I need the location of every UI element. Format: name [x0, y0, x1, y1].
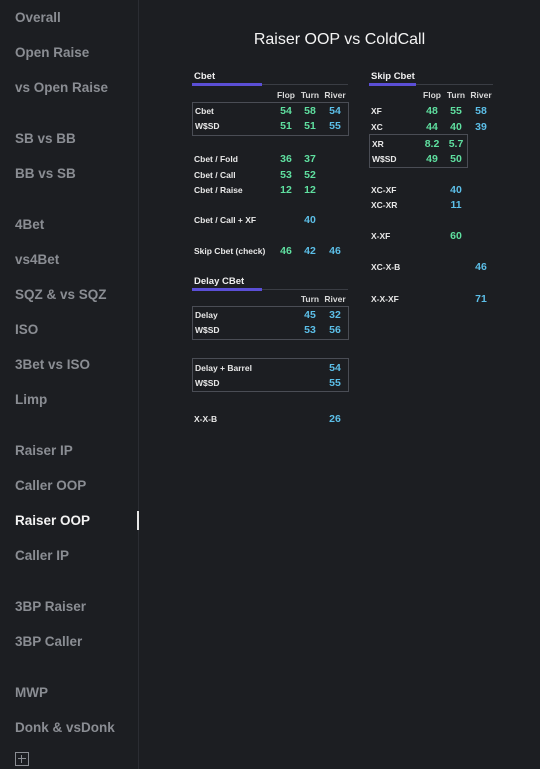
nav-item-3bp-caller[interactable]: 3BP Caller [15, 634, 82, 649]
stat-value[interactable]: 48 [420, 105, 444, 117]
section-title-delay-cbet: Delay CBet [194, 276, 245, 287]
row-label: XC-XR [371, 200, 398, 210]
stat-value[interactable]: 54 [274, 105, 298, 117]
sidebar-nav: Overall Open Raise vs Open Raise SB vs B… [0, 0, 139, 769]
row-label: W$SD [195, 378, 220, 388]
stat-value[interactable]: 52 [298, 169, 322, 181]
expand-icon[interactable] [15, 752, 29, 766]
nav-item-overall[interactable]: Overall [15, 10, 61, 25]
stat-value[interactable]: 42 [298, 245, 322, 257]
stat-value[interactable]: 54 [323, 105, 347, 117]
stat-value[interactable]: 5.7 [444, 138, 468, 150]
stat-value[interactable]: 36 [274, 153, 298, 165]
stat-value[interactable]: 54 [323, 362, 347, 374]
col-header-turn: Turn [300, 294, 320, 304]
nav-item-sqz[interactable]: SQZ & vs SQZ [15, 287, 107, 302]
stat-value[interactable]: 26 [323, 413, 347, 425]
row-label: X-XF [371, 231, 391, 241]
stat-value[interactable]: 71 [469, 293, 493, 305]
stat-value[interactable]: 11 [444, 199, 468, 211]
row-label: XR [372, 139, 384, 149]
row-label: W$SD [195, 121, 220, 131]
row-label: Skip Cbet (check) [194, 246, 266, 256]
row-label: Cbet / Fold [194, 154, 238, 164]
stat-value[interactable]: 8.2 [420, 138, 444, 150]
stat-value[interactable]: 53 [298, 324, 322, 336]
stat-value[interactable]: 60 [444, 230, 468, 242]
stat-value[interactable]: 46 [469, 261, 493, 273]
stat-value[interactable]: 46 [323, 245, 347, 257]
nav-item-3bet-vs-iso[interactable]: 3Bet vs ISO [15, 357, 90, 372]
nav-item-open-raise[interactable]: Open Raise [15, 45, 89, 60]
row-label: W$SD [372, 154, 397, 164]
stat-value[interactable]: 53 [274, 169, 298, 181]
row-label: XC-X-B [371, 262, 401, 272]
section-underline-cbet [192, 83, 262, 86]
col-header-turn: Turn [446, 90, 466, 100]
stat-value[interactable]: 40 [444, 184, 468, 196]
row-label: Delay + Barrel [195, 363, 252, 373]
nav-item-raiser-ip[interactable]: Raiser IP [15, 443, 73, 458]
col-header-flop: Flop [423, 90, 441, 100]
stat-value[interactable]: 55 [323, 377, 347, 389]
nav-item-raiser-oop[interactable]: Raiser OOP [15, 513, 90, 528]
row-label: X-X-B [194, 414, 218, 424]
row-label: Cbet / Call + XF [194, 215, 257, 225]
nav-item-3bp-raiser[interactable]: 3BP Raiser [15, 599, 86, 614]
nav-item-donk[interactable]: Donk & vsDonk [15, 720, 115, 735]
nav-item-4bet[interactable]: 4Bet [15, 217, 44, 232]
stat-value[interactable]: 56 [323, 324, 347, 336]
nav-item-caller-oop[interactable]: Caller OOP [15, 478, 86, 493]
nav-item-bb-vs-sb[interactable]: BB vs SB [15, 166, 76, 181]
section-title-skip-cbet: Skip Cbet [371, 71, 415, 82]
stat-value[interactable]: 58 [298, 105, 322, 117]
stat-value[interactable]: 12 [274, 184, 298, 196]
row-label: XC-XF [371, 185, 397, 195]
nav-item-caller-ip[interactable]: Caller IP [15, 548, 69, 563]
row-label: Cbet / Raise [194, 185, 243, 195]
stat-value[interactable]: 55 [444, 105, 468, 117]
stat-value[interactable]: 49 [420, 153, 444, 165]
row-label: Delay [195, 310, 218, 320]
nav-item-vs4bet[interactable]: vs4Bet [15, 252, 59, 267]
stat-value[interactable]: 51 [298, 120, 322, 132]
stat-value[interactable]: 40 [298, 214, 322, 226]
col-header-river: River [324, 294, 346, 304]
stat-value[interactable]: 58 [469, 105, 493, 117]
row-label: X-X-XF [371, 294, 399, 304]
active-indicator [137, 511, 139, 530]
row-label: W$SD [195, 325, 220, 335]
stat-value[interactable]: 37 [298, 153, 322, 165]
stat-value[interactable]: 12 [298, 184, 322, 196]
page-title: Raiser OOP vs ColdCall [253, 31, 426, 48]
stat-value[interactable]: 55 [323, 120, 347, 132]
stat-value[interactable]: 44 [420, 121, 444, 133]
nav-item-sb-vs-bb[interactable]: SB vs BB [15, 131, 76, 146]
col-header-turn: Turn [300, 90, 320, 100]
stat-value[interactable]: 40 [444, 121, 468, 133]
col-header-river: River [470, 90, 492, 100]
stat-value[interactable]: 45 [298, 309, 322, 321]
row-label: Cbet [195, 106, 214, 116]
section-title-cbet: Cbet [194, 71, 216, 82]
nav-item-mwp[interactable]: MWP [15, 685, 48, 700]
stat-value[interactable]: 32 [323, 309, 347, 321]
row-label: XC [371, 122, 383, 132]
nav-item-limp[interactable]: Limp [15, 392, 47, 407]
stat-value[interactable]: 50 [444, 153, 468, 165]
section-underline-delay [192, 288, 262, 291]
col-header-river: River [324, 90, 346, 100]
stat-value[interactable]: 39 [469, 121, 493, 133]
stat-value[interactable]: 51 [274, 120, 298, 132]
nav-item-iso[interactable]: ISO [15, 322, 38, 337]
row-label: XF [371, 106, 382, 116]
col-header-flop: Flop [277, 90, 295, 100]
stat-value[interactable]: 46 [274, 245, 298, 257]
nav-item-vs-open-raise[interactable]: vs Open Raise [15, 80, 108, 95]
row-label: Cbet / Call [194, 170, 236, 180]
section-underline-skip [369, 83, 416, 86]
